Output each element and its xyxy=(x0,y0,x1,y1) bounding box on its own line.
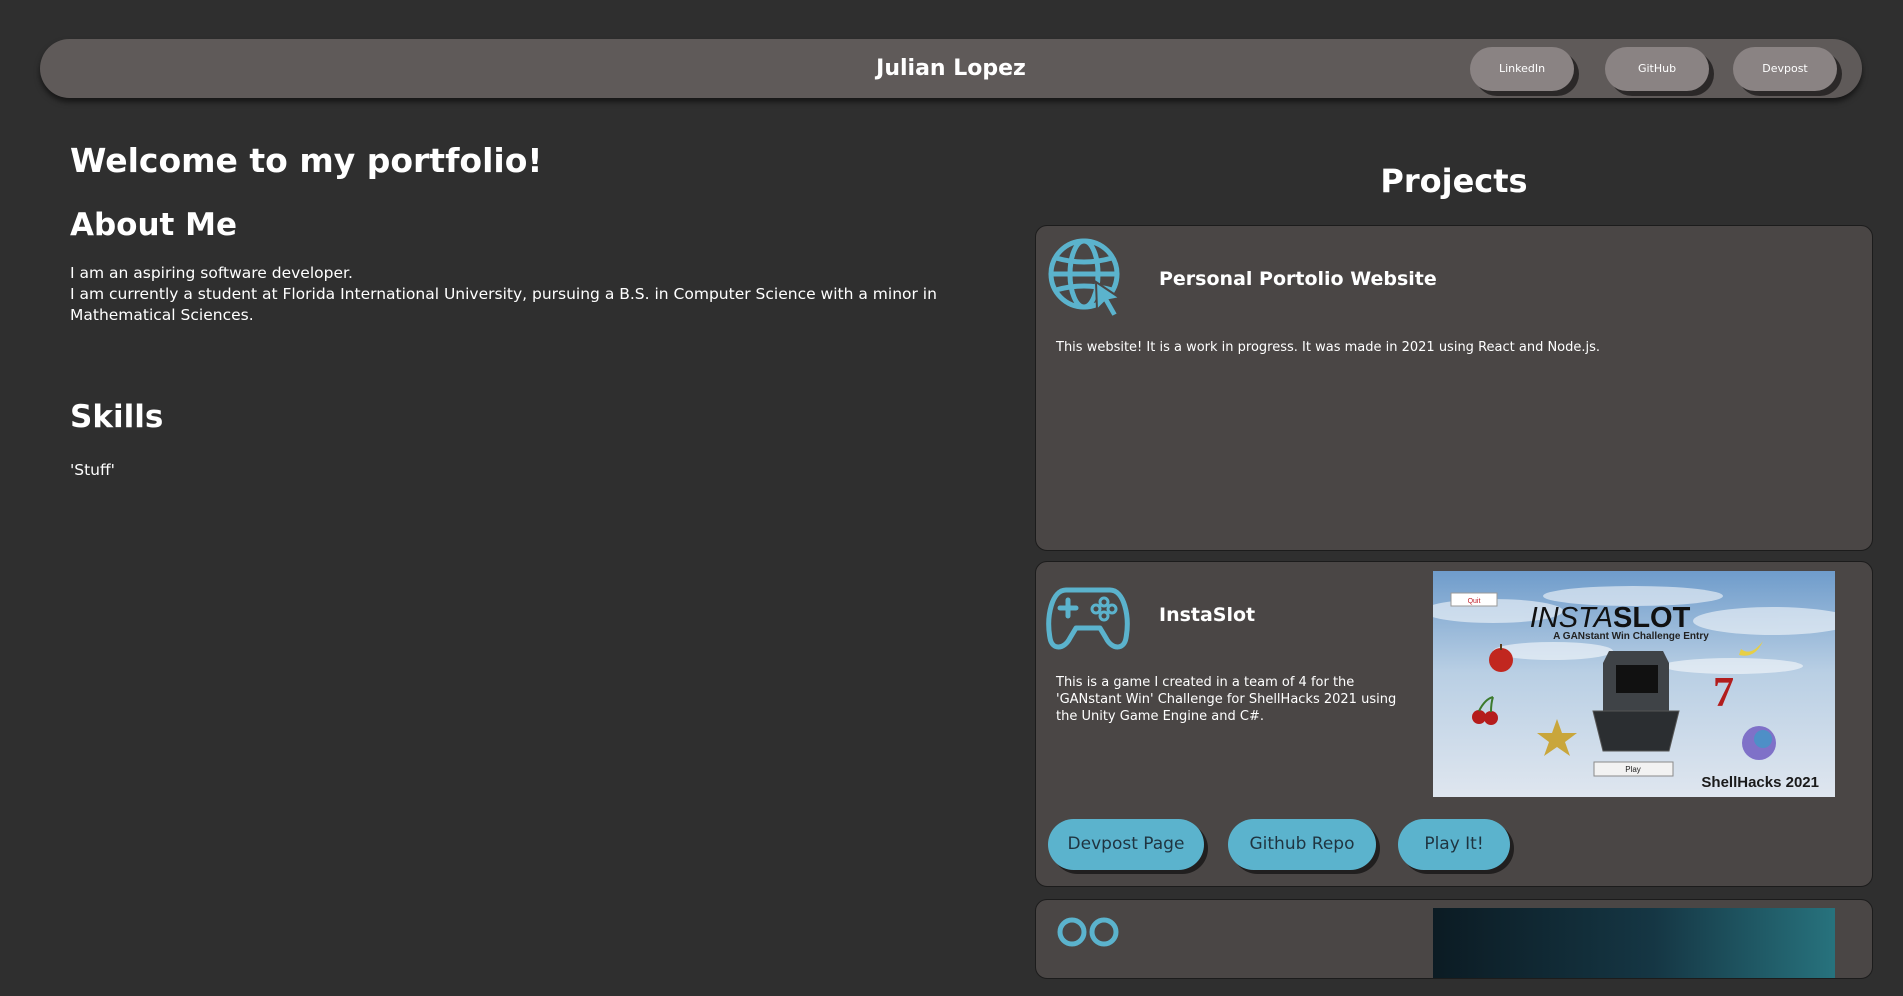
event-label: ShellHacks 2021 xyxy=(1701,774,1819,791)
welcome-heading: Welcome to my portfolio! xyxy=(70,141,543,180)
seven-symbol: 7 xyxy=(1713,670,1734,716)
screenshot-subtitle: A GANstant Win Challenge Entry xyxy=(1553,631,1709,642)
project-description: This website! It is a work in progress. … xyxy=(1056,340,1601,355)
linkedin-button[interactable]: LinkedIn xyxy=(1470,47,1574,91)
about-heading: About Me xyxy=(70,207,238,243)
gamepad-icon xyxy=(1046,587,1130,650)
project-card: InstaSlot This is a game I created in a … xyxy=(1035,561,1873,887)
project-card xyxy=(1035,899,1873,979)
github-button[interactable]: GitHub xyxy=(1605,47,1709,91)
about-text: I am an aspiring software developer. I a… xyxy=(70,263,970,326)
site-title: Julian Lopez xyxy=(876,56,1026,81)
projects-heading: Projects xyxy=(1380,162,1528,200)
skills-text: 'Stuff' xyxy=(70,461,115,479)
project-screenshot xyxy=(1433,908,1835,978)
game-screenshot-art: Quit INSTA SLOT A GANstant Win Challenge… xyxy=(1433,571,1835,797)
project-card: Personal Portolio Website This website! … xyxy=(1035,225,1873,551)
logo-left: INSTA xyxy=(1530,602,1613,634)
project-screenshot: Quit INSTA SLOT A GANstant Win Challenge… xyxy=(1433,571,1835,797)
about-line: I am currently a student at Florida Inte… xyxy=(70,285,937,324)
quit-label: Quit xyxy=(1468,598,1481,605)
project-title: Personal Portolio Website xyxy=(1159,268,1437,290)
devpost-button[interactable]: Devpost xyxy=(1733,47,1837,91)
project-title: InstaSlot xyxy=(1159,604,1256,626)
logo-right: SLOT xyxy=(1613,602,1691,634)
devpost-page-button[interactable]: Devpost Page xyxy=(1048,819,1204,870)
globe-cursor-icon xyxy=(1048,238,1123,319)
play-label: Play xyxy=(1625,765,1641,774)
top-header: Julian Lopez LinkedIn GitHub Devpost xyxy=(40,39,1862,98)
project-description: This is a game I created in a team of 4 … xyxy=(1056,675,1397,724)
play-it-button[interactable]: Play It! xyxy=(1398,819,1510,870)
skills-heading: Skills xyxy=(70,399,164,435)
about-line: I am an aspiring software developer. xyxy=(70,264,353,282)
github-repo-button[interactable]: Github Repo xyxy=(1228,819,1376,870)
screenshot-art xyxy=(1433,908,1835,978)
